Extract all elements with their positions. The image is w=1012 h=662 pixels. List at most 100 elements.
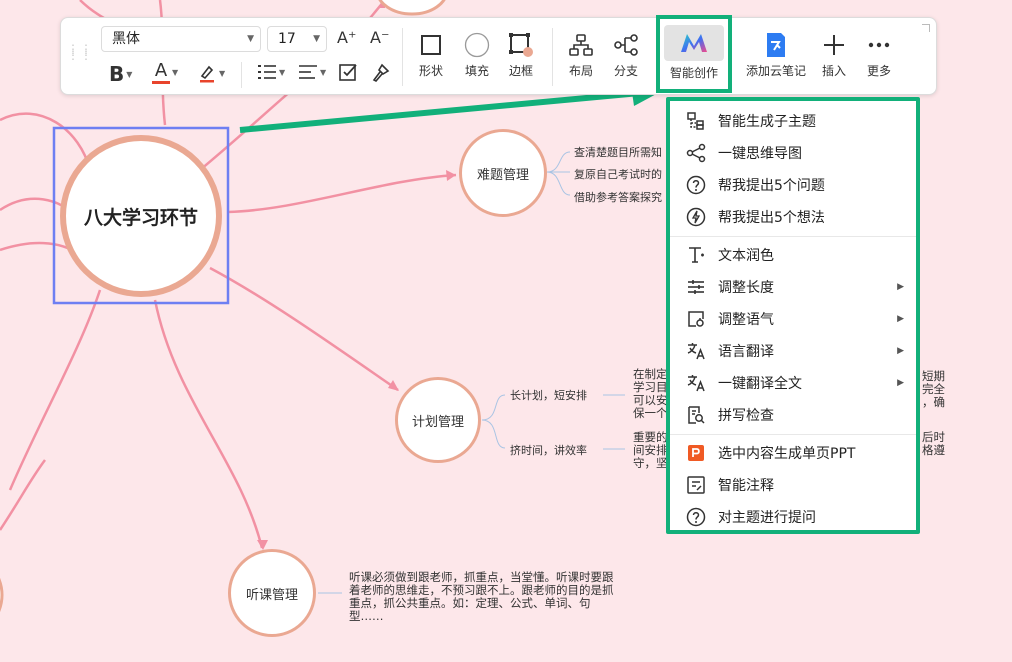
menu-item-text-polish[interactable]: 文本润色	[670, 241, 916, 269]
leaf-connector	[546, 151, 571, 173]
menu-item-spellcheck[interactable]: 拼写检查	[670, 401, 916, 429]
annotation-icon	[687, 476, 705, 494]
ai-create-icon	[681, 34, 707, 52]
numbered-list-icon	[258, 65, 276, 79]
leaf-text[interactable]: 借助参考答案探究	[574, 190, 662, 205]
leaf-text[interactable]: 挤时间，讲效率	[510, 443, 587, 458]
insert-label: 插入	[821, 64, 846, 78]
node-label: 听课管理	[245, 587, 298, 603]
menu-divider	[670, 236, 916, 237]
menu-item-one-click-mindmap[interactable]: 一键思维导图	[670, 139, 916, 167]
font-size-select[interactable]: 17 ▼	[267, 26, 327, 52]
submenu-arrow-icon: ▶	[897, 282, 904, 292]
font-color-button[interactable]: A ▼	[152, 61, 178, 84]
node-label: 难题管理	[476, 167, 529, 183]
layout-label: 布局	[568, 64, 593, 78]
branch-arrow	[388, 380, 399, 391]
font-family-value: 黑体	[112, 31, 140, 47]
branch-icon	[614, 34, 638, 56]
adjust-length-icon	[688, 280, 704, 294]
branch-line	[0, 112, 92, 171]
menu-item-five-questions[interactable]: 帮我提出5个问题	[670, 171, 916, 199]
fill-label: 填充	[464, 64, 489, 78]
format-brush-icon	[372, 63, 390, 82]
note-text: 在制定 学习目 可以安 保一个	[633, 367, 668, 420]
menu-item-adjust-length[interactable]: 调整长度 ▶	[670, 273, 916, 301]
node-lecture-management[interactable]: 听课管理	[228, 549, 316, 637]
branch-label: 分支	[613, 64, 638, 78]
leaf-text[interactable]: 查清楚题目所需知	[574, 145, 662, 160]
offscreen-node	[378, 0, 446, 16]
collapse-corner-icon[interactable]	[922, 24, 930, 32]
grow-font-button[interactable]: A⁺	[337, 28, 356, 47]
align-left-icon	[299, 65, 317, 79]
shrink-font-button[interactable]: A⁻	[370, 28, 389, 47]
subtopic-icon	[687, 112, 704, 130]
fill-button[interactable]: 填充	[457, 30, 497, 79]
submenu-arrow-icon: ▶	[897, 346, 904, 356]
floating-toolbar: ⋮⋮ ⋮⋮ 黑体 ▼ 17 ▼ A⁺ A⁻ B ▼ A ▼ ▼ ▼ ▼ 形状 填…	[60, 15, 937, 95]
menu-item-generate-subtopics[interactable]: 智能生成子主题	[670, 107, 916, 135]
root-node-label: 八大学习环节	[83, 206, 198, 229]
ppt-icon	[688, 445, 704, 461]
font-family-select[interactable]: 黑体 ▼	[101, 26, 261, 52]
checkbox-icon	[339, 64, 357, 81]
note-text: 后时 格遵	[922, 430, 945, 457]
menu-item-five-ideas[interactable]: 帮我提出5个想法	[670, 203, 916, 231]
numbered-list-button[interactable]: ▼	[257, 63, 285, 81]
ai-create-button[interactable]: 智能创作	[656, 15, 732, 93]
more-dots-icon	[868, 42, 890, 48]
lightbulb-icon	[686, 207, 706, 227]
leaf-connector	[481, 394, 506, 421]
cloud-note-button[interactable]: 添加云笔记	[741, 30, 811, 79]
menu-item-generate-ppt[interactable]: 选中内容生成单页PPT	[670, 439, 916, 467]
node-label: 计划管理	[411, 414, 464, 430]
menu-item-translate[interactable]: 语言翻译 ▶	[670, 337, 916, 365]
font-size-value: 17	[278, 31, 296, 47]
highlight-button[interactable]: ▼	[197, 63, 225, 83]
bold-button[interactable]: B ▼	[109, 62, 132, 86]
branch-line	[209, 266, 399, 392]
layout-button[interactable]: 布局	[561, 30, 601, 79]
branch-line	[153, 299, 264, 549]
chevron-down-icon: ▼	[247, 34, 254, 44]
insert-button[interactable]: 插入	[814, 30, 854, 79]
branch-button[interactable]: 分支	[606, 30, 646, 79]
border-icon	[509, 33, 533, 57]
menu-item-ask-topic[interactable]: 对主题进行提问	[670, 503, 916, 531]
question-icon	[686, 175, 706, 195]
root-node[interactable]: 八大学习环节	[60, 135, 222, 297]
note-text: 重要的 间安排 守，坚	[633, 430, 668, 470]
divider	[552, 28, 553, 86]
translate-all-icon	[687, 375, 705, 392]
cloud-note-label: 添加云笔记	[745, 64, 806, 78]
chevron-down-icon: ▼	[313, 34, 320, 44]
plus-icon	[824, 35, 844, 55]
more-label: 更多	[866, 64, 891, 78]
drag-handle[interactable]: ⋮⋮ ⋮⋮	[67, 43, 93, 61]
divider	[241, 62, 242, 88]
border-button[interactable]: 边框	[501, 30, 541, 79]
node-plan-management[interactable]: 计划管理	[395, 377, 481, 463]
node-problem-management[interactable]: 难题管理	[459, 129, 547, 217]
menu-divider	[670, 434, 916, 435]
menu-item-smart-annotation[interactable]: 智能注释	[670, 471, 916, 499]
shape-button[interactable]: 形状	[411, 30, 451, 79]
border-label: 边框	[508, 64, 533, 78]
lecture-note[interactable]: 听课必须做到跟老师，抓重点，当堂懂。听课时要跟 着老师的思维走，不预习跟不上。跟…	[349, 571, 614, 623]
menu-item-translate-all[interactable]: 一键翻译全文 ▶	[670, 369, 916, 397]
cloud-note-icon	[767, 33, 785, 57]
format-brush-button[interactable]	[371, 63, 391, 83]
layout-tree-icon	[569, 34, 593, 56]
align-button[interactable]: ▼	[298, 63, 326, 81]
leaf-text[interactable]: 长计划，短安排	[510, 388, 587, 403]
task-checkbox-button[interactable]	[338, 62, 358, 82]
more-button[interactable]: 更多	[859, 30, 899, 79]
font-color-icon: A	[154, 60, 168, 81]
shape-label: 形状	[418, 64, 443, 78]
branch-line	[8, 289, 102, 491]
menu-item-adjust-tone[interactable]: 调整语气 ▶	[670, 305, 916, 333]
offscreen-node	[0, 577, 4, 613]
leaf-text[interactable]: 复原自己考试时的	[574, 167, 662, 182]
ai-create-label: 智能创作	[669, 66, 718, 80]
